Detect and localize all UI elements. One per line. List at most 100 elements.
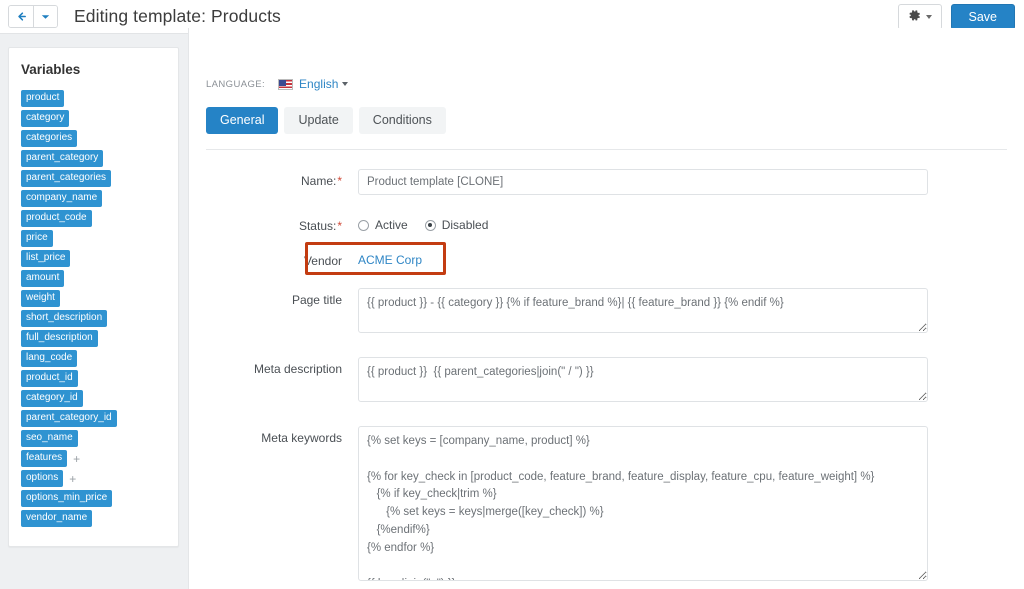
status-radio-label: Active — [375, 218, 408, 232]
tab-bar: General Update Conditions — [189, 84, 1024, 134]
variable-tag[interactable]: features — [21, 450, 68, 467]
language-label: LANGUAGE: — [206, 78, 266, 90]
variable-tag[interactable]: categories — [21, 130, 78, 147]
variables-list: product category categories parent_category… — [21, 90, 166, 530]
field-row-name: Name:* — [206, 169, 1007, 195]
meta-description-label: Meta description — [253, 362, 342, 376]
back-dropdown-button[interactable] — [33, 6, 57, 27]
field-row-vendor: Vendor ACME Corp — [206, 242, 1007, 275]
radio-icon — [358, 219, 369, 231]
field-row-meta-description: Meta description {{ product }} {{ parent… — [206, 357, 1007, 407]
variable-row: company_name — [21, 190, 103, 207]
variable-row: product_code — [21, 210, 92, 227]
expand-plus-icon[interactable]: + — [73, 453, 80, 465]
variable-row: parent_categories — [21, 170, 112, 187]
field-row-meta-keywords: Meta keywords {% set keys = [company_nam… — [206, 426, 1007, 586]
page-title-label: Page title — [291, 293, 342, 307]
variable-tag[interactable]: company_name — [21, 190, 103, 207]
variable-tag[interactable]: product — [21, 90, 65, 107]
vendor-link[interactable]: ACME Corp — [358, 249, 422, 267]
variable-row: price — [21, 230, 53, 247]
main-content: LANGUAGE: English General Update Condition… — [188, 28, 1024, 589]
vendor-label: Vendor — [303, 254, 342, 268]
variable-tag[interactable]: parent_categories — [21, 170, 112, 187]
variable-tag[interactable]: category — [21, 110, 70, 127]
variable-row: lang_code — [21, 350, 78, 367]
name-label: Name:* — [206, 169, 358, 188]
status-label-text: Status: — [298, 219, 337, 233]
gear-icon — [908, 9, 921, 25]
us-flag-icon — [278, 78, 294, 90]
variable-tag[interactable]: product_id — [21, 370, 78, 387]
caret-down-icon[interactable] — [342, 82, 349, 86]
status-radio-active[interactable]: Active — [358, 218, 408, 232]
radio-icon — [424, 219, 436, 231]
settings-menu-button[interactable] — [897, 3, 942, 30]
status-radio-group: Active Disabled — [358, 214, 1007, 232]
variable-tag[interactable]: category_id — [21, 390, 83, 407]
name-label-text: Name: — [300, 174, 337, 188]
template-form: Name:* Status:* ActiveDisabled Vendor AC… — [189, 169, 1024, 586]
variable-tag[interactable]: options — [21, 470, 64, 487]
meta-keywords-label: Meta keywords — [261, 431, 342, 445]
meta-description-textarea[interactable]: {{ product }} {{ parent_categories|join(… — [358, 357, 928, 402]
back-button[interactable] — [9, 6, 33, 27]
variable-row: seo_name — [21, 430, 78, 447]
required-marker: * — [337, 219, 342, 233]
nav-button-group — [8, 5, 58, 28]
variable-row: product — [21, 90, 65, 107]
top-bar-actions: Save — [897, 3, 1015, 30]
page-title: Editing template: Products — [74, 6, 281, 26]
caret-down-icon — [41, 14, 50, 20]
variable-row: category_id — [21, 390, 83, 407]
tab-update[interactable]: Update — [284, 107, 353, 134]
language-value[interactable]: English — [299, 77, 338, 91]
variable-row: options + — [21, 470, 76, 487]
variable-tag[interactable]: lang_code — [21, 350, 78, 367]
field-row-status: Status:* Active Disabled — [206, 214, 1007, 233]
variable-tag[interactable]: seo_name — [21, 430, 78, 447]
variables-heading: Variables — [21, 62, 81, 77]
variable-row: list_price — [21, 250, 71, 267]
variable-row: categories — [21, 130, 78, 147]
variables-panel: Variables product category categories paren… — [8, 47, 179, 547]
variable-row: short_description — [21, 310, 108, 327]
variable-row: full_description — [21, 330, 98, 347]
variable-tag[interactable]: parent_category_id — [21, 410, 117, 427]
tab-general[interactable]: General — [206, 107, 279, 134]
variable-row: parent_category — [21, 150, 104, 167]
variable-row: options_min_price — [21, 490, 113, 507]
variable-row: features + — [21, 450, 80, 467]
caret-down-icon — [925, 14, 932, 19]
variable-tag[interactable]: full_description — [21, 330, 98, 347]
variable-row: parent_category_id — [21, 410, 117, 427]
variable-tag[interactable]: parent_category — [21, 150, 104, 167]
variable-row: vendor_name — [21, 510, 93, 527]
variable-row: amount — [21, 270, 65, 287]
variable-tag[interactable]: vendor_name — [21, 510, 93, 527]
variable-tag[interactable]: price — [21, 230, 53, 247]
status-radio-label: Disabled — [441, 218, 489, 232]
content-divider — [206, 149, 1007, 150]
variable-tag[interactable]: short_description — [21, 310, 108, 327]
variable-tag[interactable]: weight — [21, 290, 60, 307]
name-input[interactable] — [358, 169, 928, 195]
page-title-textarea[interactable]: {{ product }} - {{ category }} {% if fea… — [358, 288, 928, 333]
status-radio-disabled[interactable]: Disabled — [424, 218, 489, 232]
variable-tag[interactable]: amount — [21, 270, 65, 287]
variable-row: weight — [21, 290, 60, 307]
status-label: Status:* — [206, 214, 358, 233]
expand-plus-icon[interactable]: + — [69, 473, 76, 485]
variable-tag[interactable]: options_min_price — [21, 490, 113, 507]
variable-tag[interactable]: list_price — [21, 250, 71, 267]
tab-conditions[interactable]: Conditions — [358, 107, 446, 134]
save-button[interactable]: Save — [950, 3, 1015, 30]
variable-row: category — [21, 110, 70, 127]
required-marker: * — [337, 174, 342, 188]
field-row-page-title: Page title {{ product }} - {{ category }… — [206, 288, 1007, 338]
arrow-left-icon — [16, 11, 27, 22]
variable-tag[interactable]: product_code — [21, 210, 92, 227]
variable-row: product_id — [21, 370, 78, 387]
meta-keywords-textarea[interactable]: {% set keys = [company_name, product] %}… — [358, 426, 928, 581]
language-selector-row: LANGUAGE: English — [189, 28, 1024, 91]
